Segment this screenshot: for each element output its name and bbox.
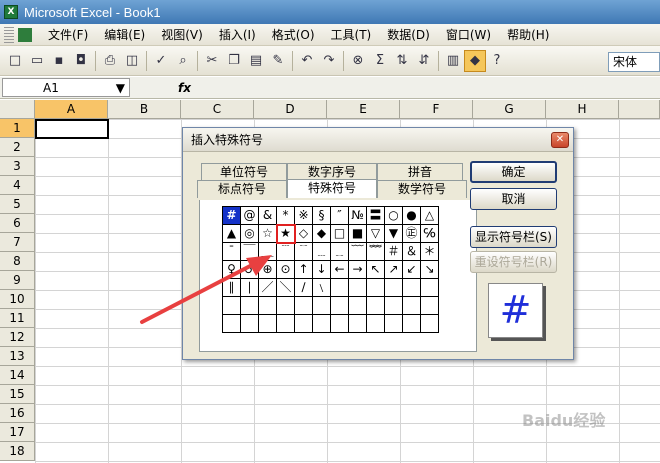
symbol-cell[interactable]: ★ <box>276 224 296 244</box>
tab-special[interactable]: 特殊符号 <box>287 179 377 198</box>
watermark: Baidu经验 <box>522 411 606 430</box>
annotation-arrow <box>140 255 272 324</box>
